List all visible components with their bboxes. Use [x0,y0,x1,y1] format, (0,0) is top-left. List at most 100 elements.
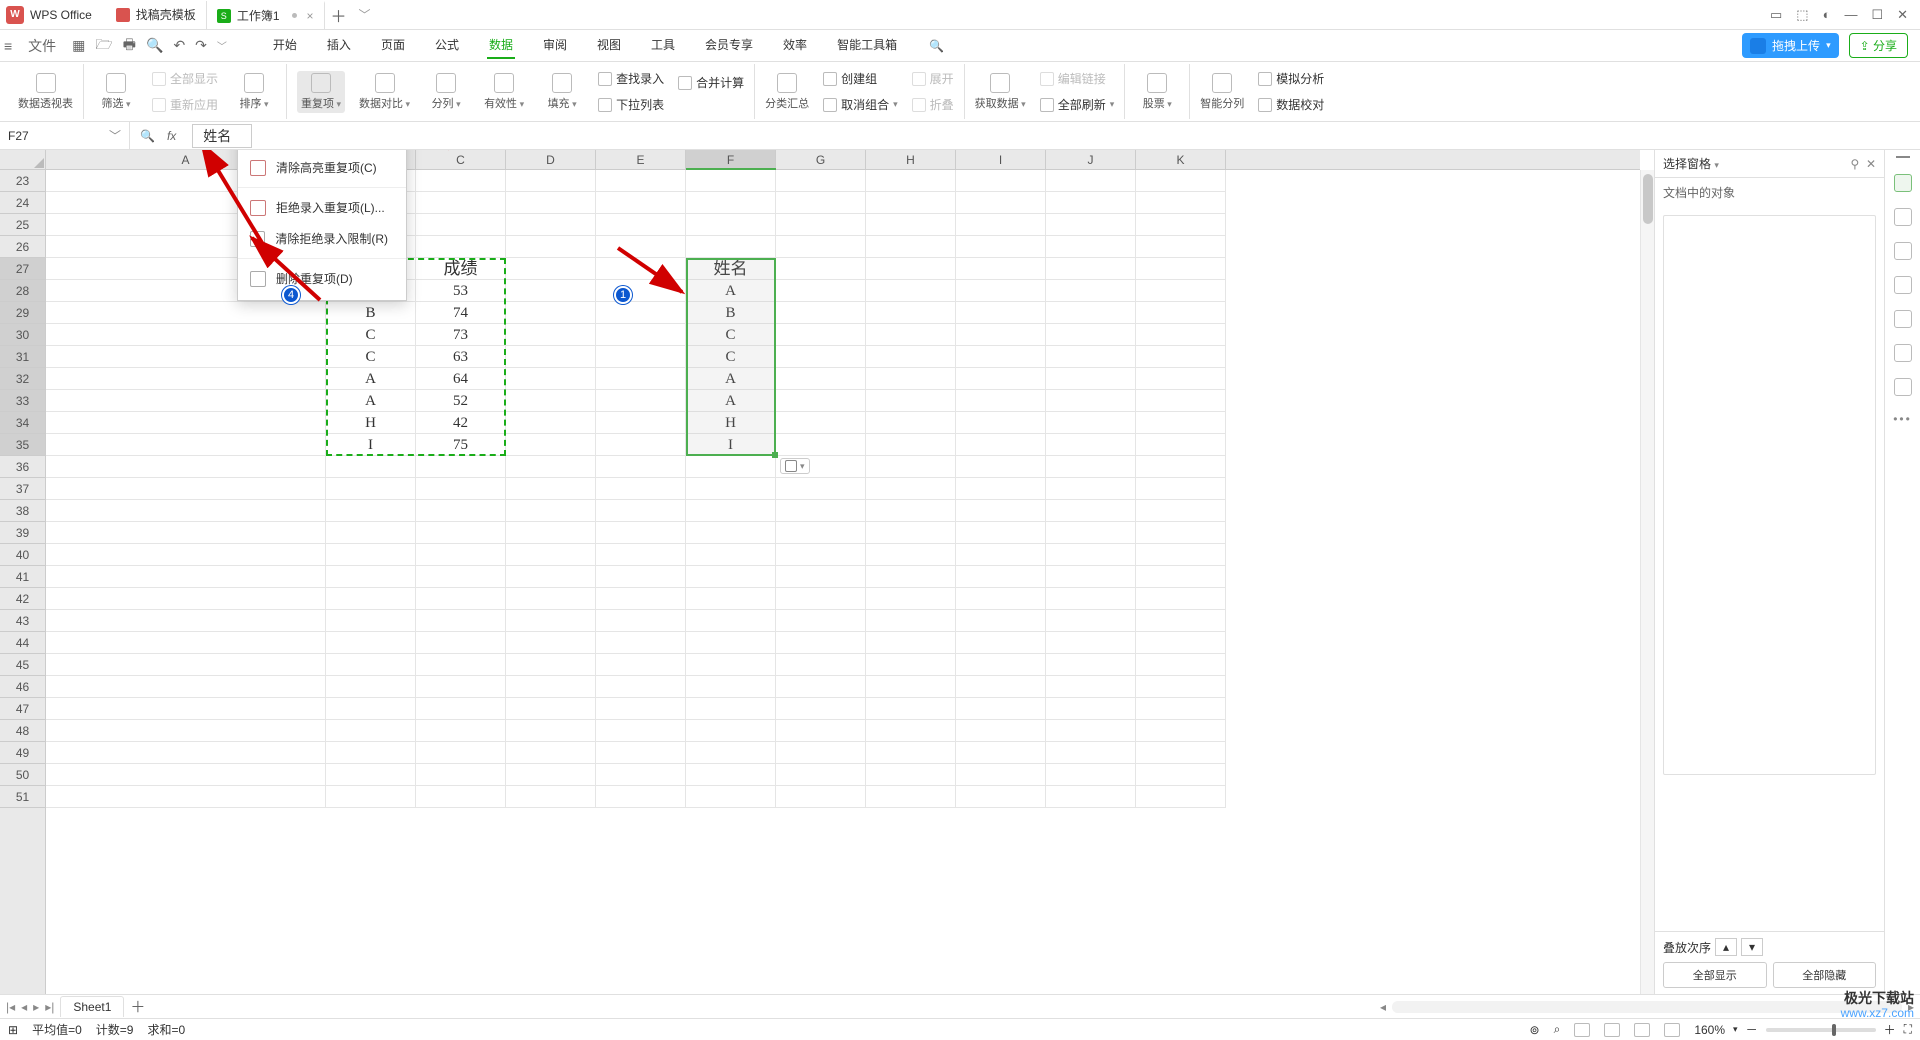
cell[interactable] [956,258,1046,280]
cell[interactable] [776,258,866,280]
view-read-icon[interactable] [1664,1023,1680,1037]
pivot-table-button[interactable]: 数据透视表 [18,73,73,111]
column-header[interactable]: I [956,150,1046,169]
cell[interactable] [1046,346,1136,368]
cell[interactable] [686,236,776,258]
cell[interactable] [1136,390,1226,412]
view-page-icon[interactable] [1604,1023,1620,1037]
objects-list[interactable] [1663,215,1876,775]
cell[interactable] [686,698,776,720]
row-header[interactable]: 28 [0,280,45,302]
pin-icon[interactable]: ⚲ [1850,157,1859,171]
formula-value[interactable]: 姓名 [192,124,252,148]
cell[interactable] [776,346,866,368]
cell[interactable] [596,676,686,698]
file-menu[interactable]: 文件 [28,36,56,56]
row-headers[interactable]: 2324252627282930313233343536373839404142… [0,170,46,994]
data-check-button[interactable]: 数据校对 [1258,94,1324,116]
column-header[interactable]: D [506,150,596,169]
cell[interactable] [506,258,596,280]
cell[interactable]: C [326,324,416,346]
cell[interactable] [46,346,326,368]
cell[interactable] [1046,192,1136,214]
cell[interactable] [776,390,866,412]
column-header[interactable]: K [1136,150,1226,169]
cell[interactable] [866,192,956,214]
lookup-input-button[interactable]: 查找录入 [598,68,664,90]
row-header[interactable]: 39 [0,522,45,544]
cell[interactable] [326,698,416,720]
cell[interactable] [506,236,596,258]
cell[interactable]: B [686,302,776,324]
cell[interactable] [866,434,956,456]
cell[interactable] [956,170,1046,192]
menu-插入[interactable]: 插入 [325,32,353,59]
cell[interactable] [956,588,1046,610]
cell[interactable] [956,280,1046,302]
dropdown-icon[interactable]: ﹀ [217,38,227,53]
row-header[interactable]: 38 [0,500,45,522]
reapply-button[interactable]: 重新应用 [152,94,218,116]
cell[interactable]: I [686,434,776,456]
cell[interactable]: H [686,412,776,434]
cell[interactable] [416,588,506,610]
cell[interactable] [776,478,866,500]
cell[interactable] [46,478,326,500]
cell[interactable] [46,324,326,346]
scroll-thumb[interactable] [1643,174,1653,224]
cell[interactable] [46,434,326,456]
cell[interactable] [686,676,776,698]
cell[interactable] [776,214,866,236]
cell[interactable] [326,676,416,698]
vertical-scrollbar[interactable] [1640,170,1654,994]
column-header[interactable]: J [1046,150,1136,169]
cell[interactable] [506,368,596,390]
cell[interactable] [326,522,416,544]
menu-公式[interactable]: 公式 [433,32,461,59]
cell[interactable]: A [686,368,776,390]
share-button[interactable]: ⇪ 分享 [1849,33,1908,58]
cell[interactable] [686,500,776,522]
row-header[interactable]: 42 [0,588,45,610]
cell[interactable] [416,500,506,522]
rail-help-icon[interactable] [1894,378,1912,396]
cell[interactable] [596,192,686,214]
cell[interactable] [416,654,506,676]
cell[interactable] [866,742,956,764]
cell[interactable] [1136,346,1226,368]
status-mode-icon[interactable]: ⊞ [8,1023,18,1037]
cell[interactable] [776,434,866,456]
cell[interactable] [506,478,596,500]
phone-icon[interactable]: ⌕ [1554,1022,1561,1037]
cell[interactable] [326,742,416,764]
cell[interactable] [416,566,506,588]
settings-icon[interactable]: ⊚ [1530,1023,1540,1037]
cell[interactable] [866,412,956,434]
row-header[interactable]: 25 [0,214,45,236]
cell[interactable] [1046,500,1136,522]
cell[interactable] [416,632,506,654]
cell[interactable] [956,654,1046,676]
cell[interactable] [686,214,776,236]
cell[interactable] [596,324,686,346]
cell[interactable] [506,588,596,610]
cell[interactable] [506,522,596,544]
cell[interactable] [596,632,686,654]
cell[interactable] [1136,610,1226,632]
redo-icon[interactable]: ↷ [195,37,207,54]
cell[interactable] [46,764,326,786]
cell[interactable] [506,170,596,192]
cell[interactable] [326,632,416,654]
cell[interactable] [46,500,326,522]
cell[interactable] [1046,456,1136,478]
group-button[interactable]: 创建组 [823,68,898,90]
row-header[interactable]: 48 [0,720,45,742]
rail-tool-icon[interactable] [1894,208,1912,226]
cell[interactable] [1046,588,1136,610]
refresh-all-button[interactable]: 全部刷新 ▾ [1040,94,1115,116]
cell[interactable] [866,500,956,522]
cell[interactable] [866,764,956,786]
cell[interactable] [956,214,1046,236]
cell[interactable] [776,610,866,632]
cell[interactable] [1136,632,1226,654]
